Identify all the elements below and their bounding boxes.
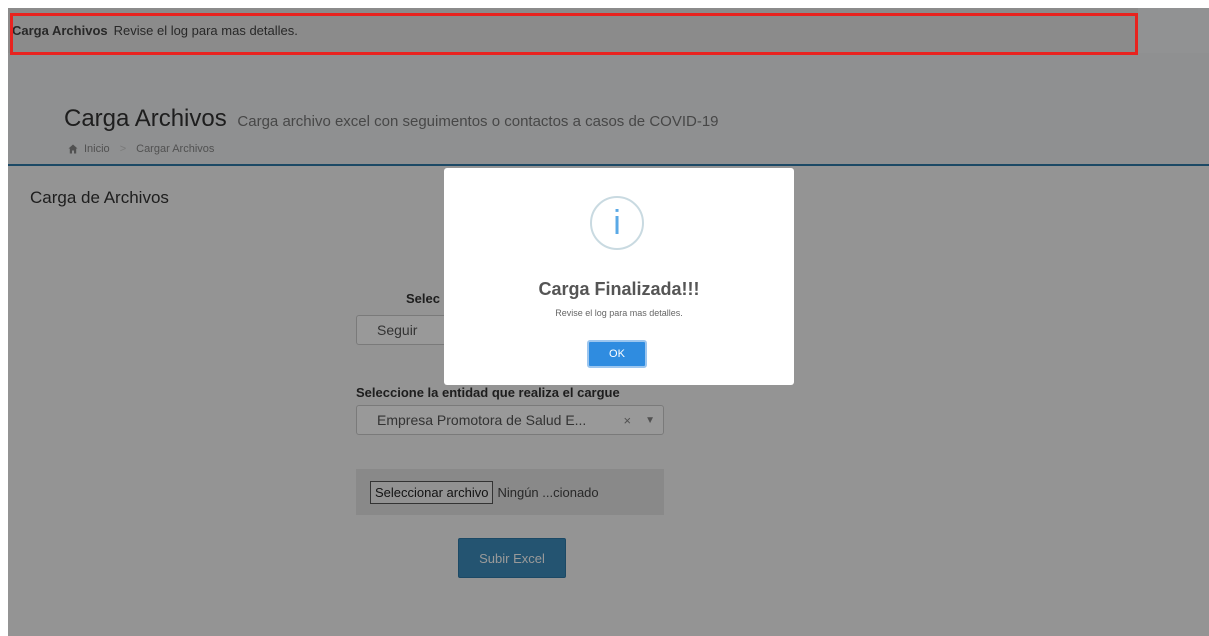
- info-icon: i: [590, 196, 644, 250]
- app-page: Carga Archivos Revise el log para mas de…: [8, 8, 1209, 636]
- modal-message: Revise el log para mas detalles.: [555, 308, 683, 318]
- info-modal: i Carga Finalizada!!! Revise el log para…: [444, 168, 794, 385]
- modal-title: Carga Finalizada!!!: [538, 279, 700, 299]
- highlight-frame: [10, 13, 1138, 55]
- ok-button[interactable]: OK: [587, 340, 647, 368]
